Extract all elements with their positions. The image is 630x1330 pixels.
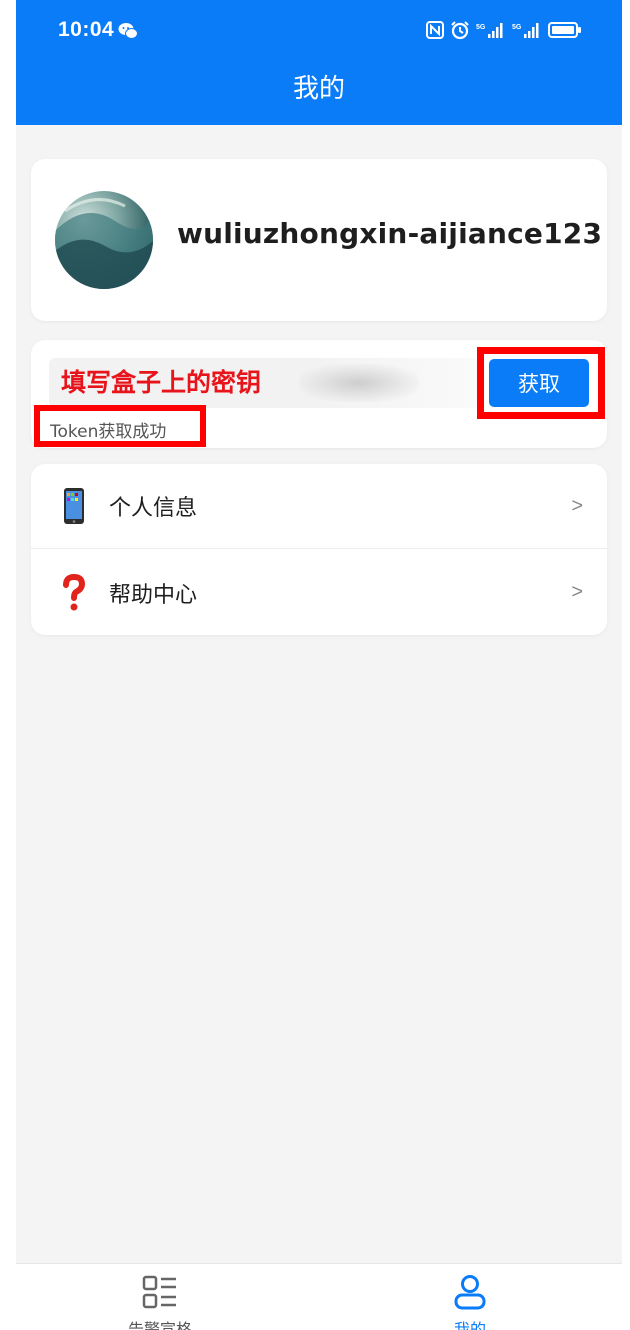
list-grid-icon	[142, 1275, 176, 1309]
username: wuliuzhongxin-aijiance123	[177, 217, 603, 250]
app-screen: 10:04 5G 5G 我的 wuliuzhongxin-aijiance123…	[16, 0, 622, 1330]
page-title: 我的	[292, 74, 345, 104]
question-mark-icon	[63, 573, 86, 610]
wechat-icon	[118, 23, 138, 39]
avatar-wave-image	[55, 198, 153, 289]
avatar[interactable]	[55, 191, 153, 289]
menu-item-help-center[interactable]: 帮助中心 >	[31, 550, 607, 635]
bottom-nav: 告警宣格 我的	[16, 1263, 622, 1330]
svg-text:5G: 5G	[476, 24, 486, 31]
annotation-box-status	[34, 405, 206, 447]
menu-item-label: 帮助中心	[109, 582, 198, 608]
signal-5g-icon-2: 5G	[512, 23, 539, 38]
signal-5g-icon: 5G	[476, 23, 503, 38]
menu-card: 个人信息 > 帮助中心 >	[31, 464, 607, 635]
header-bar: 10:04 5G 5G 我的	[16, 0, 622, 125]
nav-tab-alerts[interactable]: 告警宣格	[120, 1274, 200, 1330]
mobile-phone-icon	[64, 488, 84, 524]
svg-text:5G: 5G	[512, 24, 522, 31]
battery-icon	[548, 22, 581, 38]
fetch-token-button[interactable]: 获取	[489, 359, 589, 407]
status-icons: 5G 5G	[426, 20, 582, 40]
alarm-icon	[451, 21, 469, 40]
nfc-icon	[426, 21, 444, 39]
menu-item-personal-info[interactable]: 个人信息 >	[31, 464, 607, 549]
user-icon	[454, 1275, 486, 1310]
nav-tab-label: 告警宣格	[127, 1320, 192, 1330]
chevron-right-icon: >	[571, 494, 583, 517]
nav-tab-mine[interactable]: 我的	[430, 1274, 510, 1330]
chevron-right-icon: >	[571, 581, 583, 603]
status-time: 10:04	[58, 18, 115, 41]
profile-card: wuliuzhongxin-aijiance123	[31, 159, 607, 321]
menu-item-label: 个人信息	[109, 496, 198, 521]
redacted-blur	[299, 364, 419, 402]
nav-tab-label: 我的	[453, 1320, 486, 1330]
